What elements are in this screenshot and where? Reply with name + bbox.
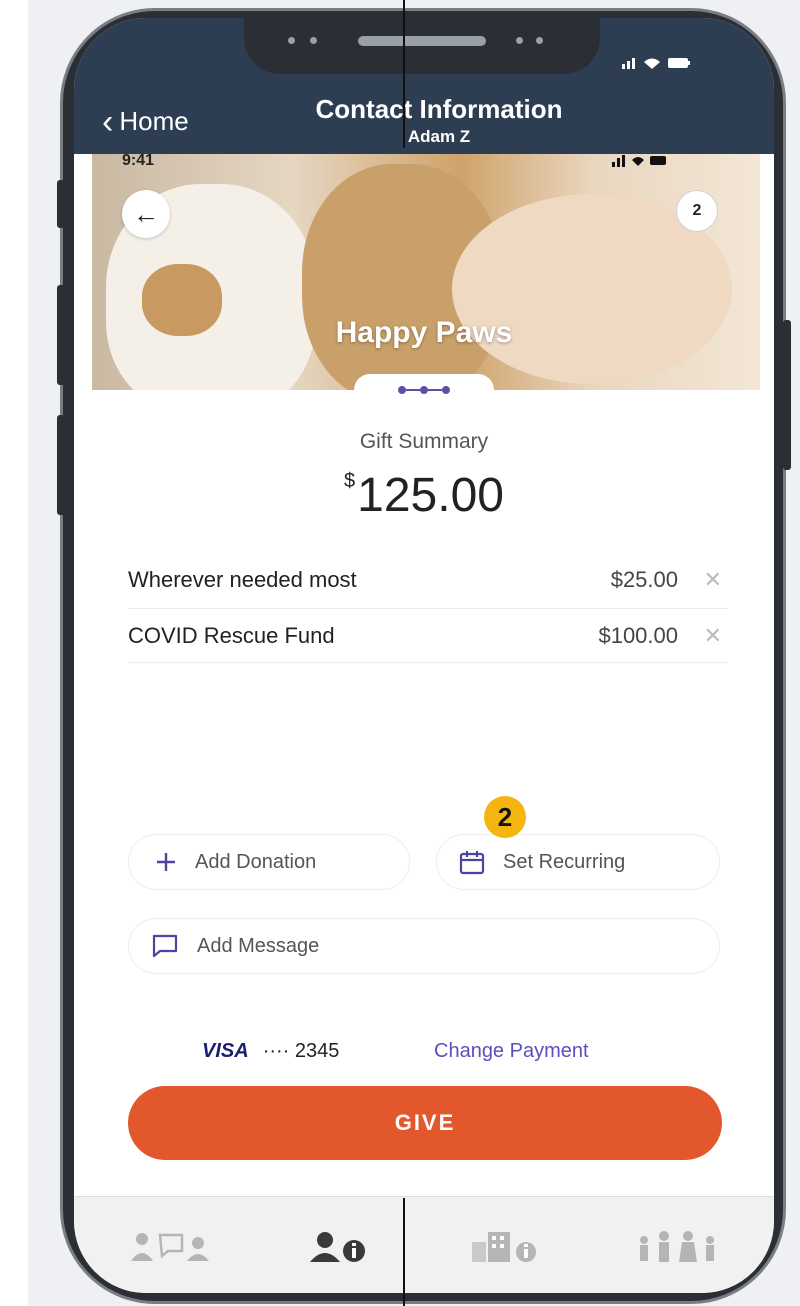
change-payment-link[interactable]: Change Payment (434, 1040, 589, 1063)
give-button[interactable]: GIVE (128, 1086, 722, 1160)
calendar-icon (459, 849, 485, 875)
add-message-label: Add Message (197, 934, 320, 957)
divider (128, 662, 728, 663)
phone-notch (244, 18, 600, 74)
cart-count-badge[interactable]: 2 (676, 190, 718, 232)
tab-family[interactable] (634, 1227, 722, 1267)
people-chat-icon (131, 1233, 209, 1261)
phone-volume-up (57, 285, 65, 385)
tab-bar (74, 1196, 774, 1293)
hero-title: Happy Paws (335, 316, 513, 349)
total-value: 125.00 (357, 469, 504, 522)
phone-screen: ‹ Home Contact Information Adam Z 9:41 ←… (74, 18, 774, 1293)
plus-icon (155, 851, 177, 873)
donation-fund-name: COVID Rescue Fund (128, 623, 335, 648)
arrow-left-icon: ← (133, 198, 159, 229)
page-title-text: Contact Information (315, 94, 563, 124)
payment-method: VISA ···· 2345 (202, 1040, 339, 1063)
add-donation-button[interactable]: Add Donation (128, 834, 410, 890)
tab-people-chat[interactable] (130, 1227, 214, 1267)
set-recurring-button[interactable]: Set Recurring (436, 834, 720, 890)
tab-contact-info[interactable] (310, 1227, 370, 1267)
add-message-button[interactable]: Add Message (128, 918, 720, 974)
currency-symbol: $ (344, 470, 356, 492)
hero-banner: 9:41 (92, 154, 760, 390)
guide-line-bottom (403, 1198, 405, 1306)
list-item: COVID Rescue Fund $100.00 ✕ (128, 616, 728, 656)
page-title: Contact Information Adam Z (74, 94, 774, 147)
status-icons (622, 54, 694, 74)
inner-status-icons (612, 154, 668, 173)
set-recurring-label: Set Recurring (503, 850, 626, 873)
guide-line-top (403, 0, 405, 148)
gift-summary-label: Gift Summary (359, 430, 489, 453)
hero-back-button[interactable]: ← (122, 190, 170, 238)
phone-power-button (783, 320, 791, 470)
visa-logo: VISA (202, 1040, 249, 1062)
phone-volume-down (57, 415, 65, 515)
list-item: Wherever needed most $25.00 ✕ (128, 560, 728, 600)
page-subtitle: Adam Z (407, 127, 471, 146)
annotation-marker: 2 (484, 796, 526, 838)
background-left (0, 0, 28, 1306)
tab-organization-info[interactable] (470, 1227, 550, 1267)
donation-fund-name: Wherever needed most (128, 567, 357, 592)
navigation-bar: ‹ Home Contact Information Adam Z (74, 18, 774, 154)
gift-total-amount: $125.00 (74, 468, 774, 523)
message-icon (151, 933, 179, 959)
phone-silent-switch (57, 180, 65, 228)
card-number: ···· 2345 (262, 1040, 340, 1062)
person-info-icon (310, 1232, 365, 1262)
add-donation-label: Add Donation (195, 850, 317, 873)
donation-amount: $25.00 (610, 567, 678, 592)
step-indicator (354, 374, 494, 406)
divider (128, 608, 728, 609)
remove-icon[interactable]: ✕ (704, 567, 722, 593)
inner-status-time: 9:41 (122, 154, 155, 169)
remove-icon[interactable]: ✕ (704, 623, 722, 649)
family-icon (640, 1231, 714, 1262)
donation-amount: $100.00 (598, 623, 678, 648)
building-info-icon (472, 1232, 536, 1262)
